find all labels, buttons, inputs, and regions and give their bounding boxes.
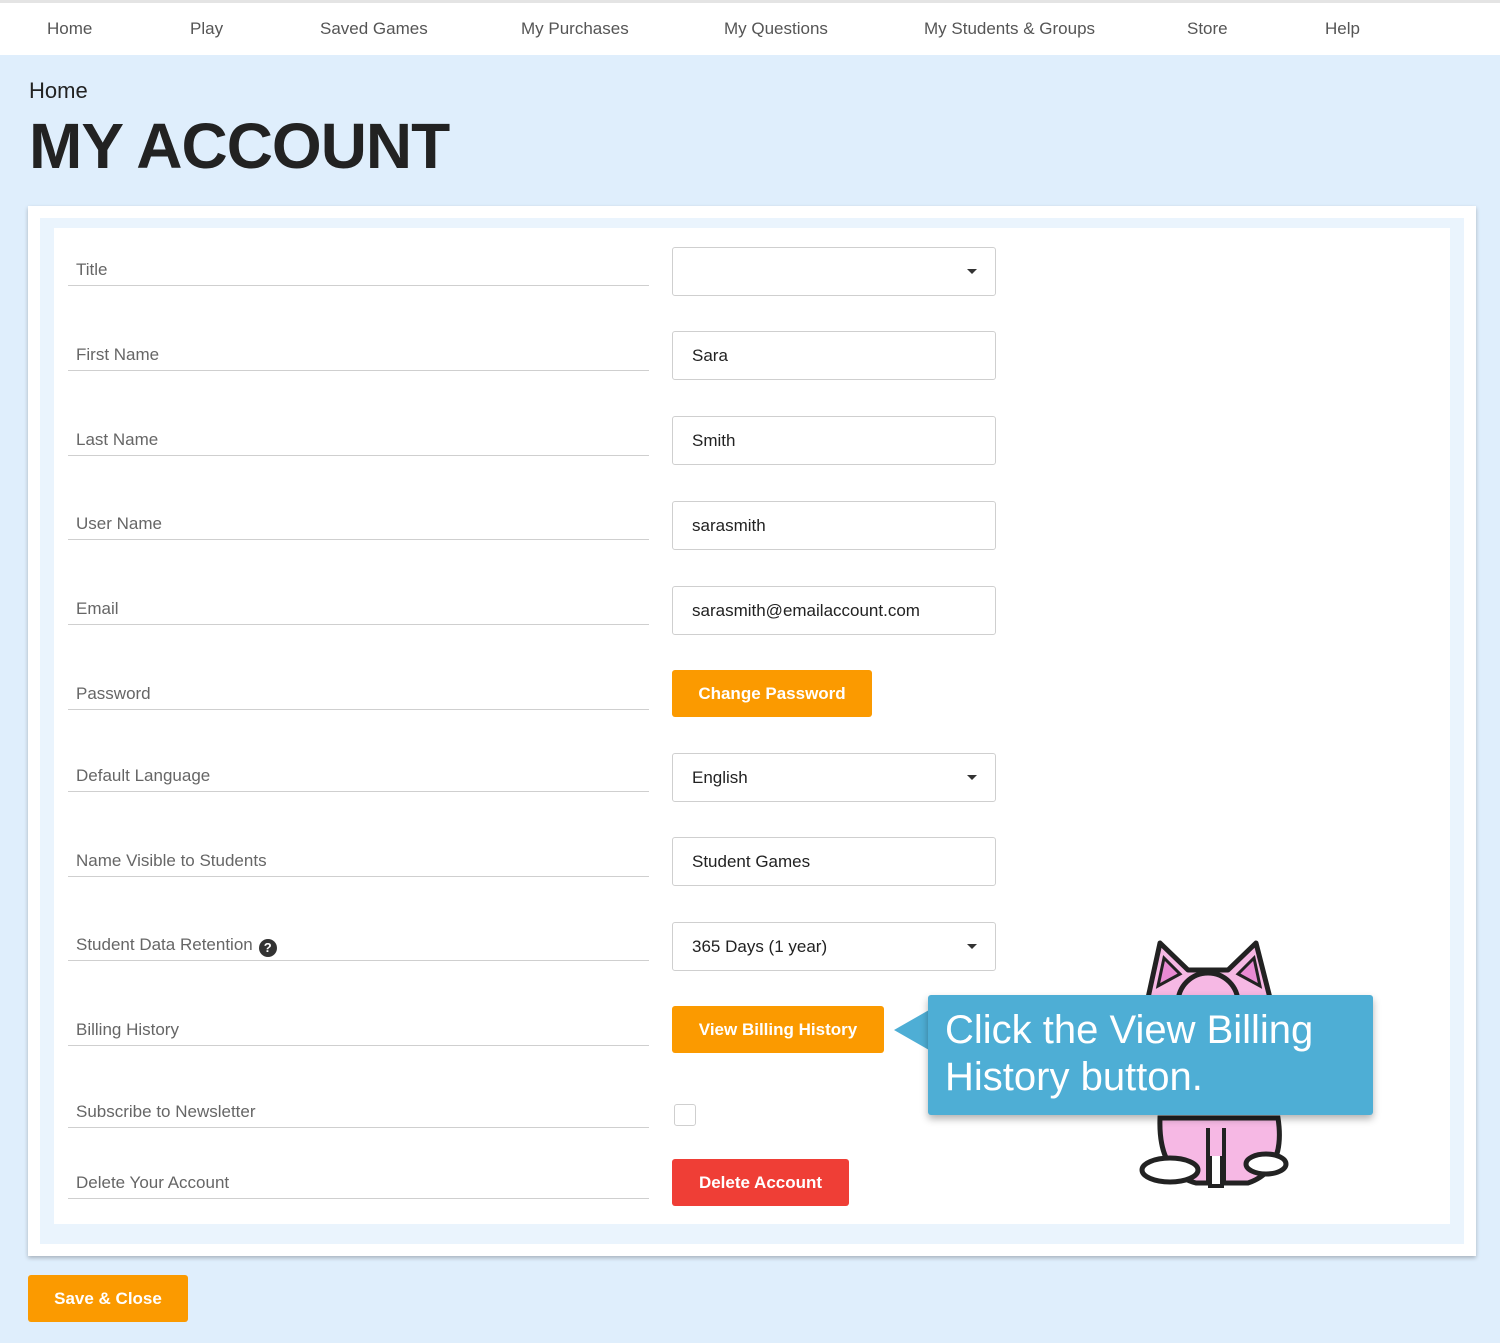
user-name-input[interactable]: sarasmith: [672, 501, 996, 550]
tutorial-callout: Click the View Billing History button.: [928, 995, 1373, 1115]
title-label: Title: [68, 256, 649, 286]
email-input[interactable]: sarasmith@emailaccount.com: [672, 586, 996, 635]
nav-item-saved-games[interactable]: Saved Games: [320, 19, 428, 39]
top-navigation-bar: Home Play Saved Games My Purchases My Qu…: [0, 0, 1500, 55]
password-label: Password: [68, 680, 649, 710]
name-visible-label: Name Visible to Students: [68, 847, 649, 877]
delete-account-button[interactable]: Delete Account: [672, 1159, 849, 1206]
change-password-button[interactable]: Change Password: [672, 670, 872, 717]
nav-item-home[interactable]: Home: [47, 19, 92, 39]
title-select[interactable]: [672, 247, 996, 296]
nav-item-my-students-groups[interactable]: My Students & Groups: [924, 19, 1095, 39]
first-name-label: First Name: [68, 341, 649, 371]
nav-item-help[interactable]: Help: [1325, 19, 1360, 39]
nav-item-store[interactable]: Store: [1187, 19, 1228, 39]
data-retention-select[interactable]: 365 Days (1 year): [672, 922, 996, 971]
save-close-button[interactable]: Save & Close: [28, 1275, 188, 1322]
first-name-input[interactable]: Sara: [672, 331, 996, 380]
page-title: MY ACCOUNT: [29, 110, 450, 182]
question-circle-icon[interactable]: ?: [258, 939, 277, 957]
view-billing-history-button[interactable]: View Billing History: [672, 1006, 884, 1053]
data-retention-label: Student Data Retention?: [68, 931, 649, 961]
default-language-value: English: [692, 768, 748, 787]
last-name-input[interactable]: Smith: [672, 416, 996, 465]
newsletter-checkbox[interactable]: [674, 1104, 696, 1126]
data-retention-label-text: Student Data Retention: [76, 935, 253, 954]
nav-item-my-questions[interactable]: My Questions: [724, 19, 828, 39]
billing-history-label: Billing History: [68, 1016, 649, 1046]
nav-item-my-purchases[interactable]: My Purchases: [521, 19, 629, 39]
email-label: Email: [68, 595, 649, 625]
caret-down-icon: [967, 944, 977, 949]
data-retention-value: 365 Days (1 year): [692, 937, 828, 956]
caret-down-icon: [967, 775, 977, 780]
callout-pointer: [894, 1010, 929, 1050]
breadcrumb[interactable]: Home: [29, 78, 88, 104]
caret-down-icon: [967, 269, 977, 274]
user-name-label: User Name: [68, 510, 649, 540]
default-language-select[interactable]: English: [672, 753, 996, 802]
default-language-label: Default Language: [68, 762, 649, 792]
newsletter-label: Subscribe to Newsletter: [68, 1098, 649, 1128]
nav-item-play[interactable]: Play: [190, 19, 223, 39]
delete-account-label: Delete Your Account: [68, 1169, 649, 1199]
last-name-label: Last Name: [68, 426, 649, 456]
name-visible-input[interactable]: Student Games: [672, 837, 996, 886]
